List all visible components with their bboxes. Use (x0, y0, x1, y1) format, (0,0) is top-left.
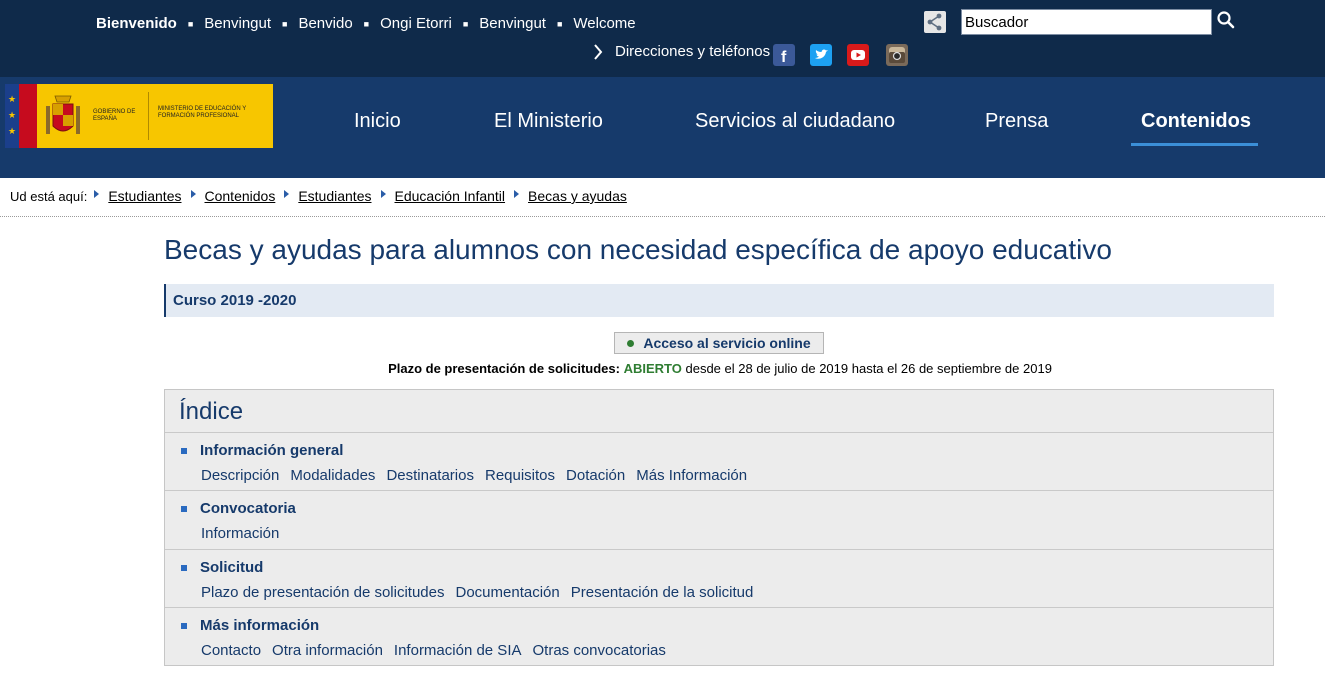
link-descripcion[interactable]: Descripción (201, 467, 279, 484)
deadline-info: Plazo de presentación de solicitudes: AB… (0, 361, 1325, 376)
breadcrumb-arrow-icon (514, 190, 520, 198)
lang-bienvenido[interactable]: Bienvenido (96, 15, 177, 33)
link-modalidades[interactable]: Modalidades (290, 467, 375, 484)
flag-red-stripe (19, 84, 37, 148)
link-mas-informacion[interactable]: Más Información (636, 467, 747, 484)
section-title[interactable]: Información general (200, 442, 343, 459)
link-informacion[interactable]: Información (201, 525, 279, 542)
logo-divider (148, 92, 149, 140)
link-otras-convocatorias[interactable]: Otras convocatorias (533, 642, 666, 659)
facebook-icon[interactable]: f (773, 44, 795, 66)
deadline-dates: desde el 28 de julio de 2019 hasta el 26… (685, 361, 1052, 376)
course-banner: Curso 2019 -2020 (164, 284, 1274, 317)
nav-contenidos[interactable]: Contenidos (1141, 110, 1251, 133)
breadcrumb-estudiantes-2[interactable]: Estudiantes (298, 188, 371, 204)
index-section-general: Información general Descripción Modalida… (165, 432, 1273, 490)
lang-separator: ■ (282, 19, 288, 29)
square-bullet-icon (181, 623, 187, 629)
breadcrumb-label: Ud está aquí: (10, 188, 88, 204)
language-list: Bienvenido ■ Benvingut ■ Benvido ■ Ongi … (96, 15, 636, 33)
directions-label: Direcciones y teléfonos (615, 43, 771, 60)
nav-active-indicator (1131, 143, 1258, 146)
index-section-convocatoria: Convocatoria Información (165, 490, 1273, 549)
link-informacion-sia[interactable]: Información de SIA (394, 642, 522, 659)
breadcrumb-divider (0, 216, 1325, 217)
deadline-label: Plazo de presentación de solicitudes: (388, 361, 620, 376)
online-service-button[interactable]: Acceso al servicio online (614, 332, 824, 354)
lang-benvido[interactable]: Benvido (298, 15, 352, 33)
breadcrumb-arrow-icon (284, 190, 290, 198)
link-plazo-presentacion[interactable]: Plazo de presentación de solicitudes (201, 584, 445, 601)
breadcrumb-arrow-icon (380, 190, 386, 198)
nav-servicios-ciudadano[interactable]: Servicios al ciudadano (695, 110, 895, 133)
lang-benvingut-valencia[interactable]: Benvingut (479, 15, 546, 33)
index-panel: Índice Información general Descripción M… (164, 389, 1274, 666)
lang-benvingut[interactable]: Benvingut (204, 15, 271, 33)
section-links: Información (201, 525, 290, 542)
search-icon[interactable] (1216, 10, 1236, 30)
government-label: GOBIERNO DE ESPAÑA (93, 109, 136, 122)
svg-text:f: f (781, 49, 787, 66)
breadcrumb-arrow-icon (190, 190, 196, 198)
lang-separator: ■ (187, 19, 194, 29)
svg-text:★: ★ (8, 111, 16, 121)
breadcrumb-contenidos[interactable]: Contenidos (205, 188, 276, 204)
lang-welcome[interactable]: Welcome (573, 15, 635, 33)
index-section-solicitud: Solicitud Plazo de presentación de solic… (165, 549, 1273, 607)
link-dotacion[interactable]: Dotación (566, 467, 625, 484)
ministry-logo[interactable]: ★ ★ ★ GOBIERNO DE ESPAÑA MINISTERIO DE E… (5, 84, 273, 148)
index-title: Índice (179, 398, 244, 425)
nav-inicio[interactable]: Inicio (354, 110, 401, 133)
twitter-icon[interactable] (810, 44, 832, 66)
instagram-icon[interactable] (886, 44, 908, 66)
link-presentacion-solicitud[interactable]: Presentación de la solicitud (571, 584, 754, 601)
coat-of-arms-icon (46, 95, 80, 134)
top-bar: Bienvenido ■ Benvingut ■ Benvido ■ Ongi … (0, 0, 1325, 77)
square-bullet-icon (181, 565, 187, 571)
breadcrumb-arrow-icon (94, 190, 100, 198)
youtube-icon[interactable] (847, 44, 869, 66)
breadcrumb: Ud está aquí: Estudiantes Contenidos Est… (10, 188, 636, 204)
square-bullet-icon (181, 448, 187, 454)
link-documentacion[interactable]: Documentación (456, 584, 560, 601)
section-links: Contacto Otra información Información de… (201, 642, 677, 659)
square-bullet-icon (181, 506, 187, 512)
section-title[interactable]: Convocatoria (200, 500, 296, 517)
section-title[interactable]: Solicitud (200, 559, 263, 576)
section-links: Descripción Modalidades Destinatarios Re… (201, 467, 758, 484)
online-service-label: Acceso al servicio online (643, 335, 811, 351)
lang-separator: ■ (462, 19, 469, 29)
directions-link[interactable]: Direcciones y teléfonos (593, 43, 770, 60)
status-dot-icon (627, 339, 635, 347)
lang-separator: ■ (363, 19, 370, 29)
svg-text:★: ★ (8, 127, 16, 137)
link-requisitos[interactable]: Requisitos (485, 467, 555, 484)
link-contacto[interactable]: Contacto (201, 642, 261, 659)
lang-ongi-etorri[interactable]: Ongi Etorri (380, 15, 452, 33)
course-label: Curso 2019 -2020 (173, 292, 297, 309)
lang-separator: ■ (556, 19, 563, 29)
search-input[interactable] (961, 9, 1212, 35)
breadcrumb-becas-ayudas[interactable]: Becas y ayudas (528, 188, 627, 204)
section-links: Plazo de presentación de solicitudes Doc… (201, 584, 764, 601)
breadcrumb-educacion-infantil[interactable]: Educación Infantil (395, 188, 506, 204)
nav-el-ministerio[interactable]: El Ministerio (494, 110, 603, 133)
page-title: Becas y ayudas para alumnos con necesida… (164, 234, 1112, 265)
chevron-right-icon (594, 43, 603, 60)
svg-text:★: ★ (8, 95, 16, 105)
nav-prensa[interactable]: Prensa (985, 110, 1048, 133)
section-title[interactable]: Más información (200, 617, 319, 634)
index-section-mas-informacion: Más información Contacto Otra informació… (165, 607, 1273, 665)
main-header: ★ ★ ★ GOBIERNO DE ESPAÑA MINISTERIO DE E… (0, 77, 1325, 178)
link-otra-informacion[interactable]: Otra información (272, 642, 383, 659)
eu-flag-stripe: ★ ★ ★ (5, 84, 19, 148)
share-icon[interactable] (924, 11, 946, 33)
ministry-label: MINISTERIO DE EDUCACIÓN Y FORMACIÓN PROF… (158, 106, 247, 119)
breadcrumb-estudiantes[interactable]: Estudiantes (108, 188, 181, 204)
deadline-status-badge: ABIERTO (623, 361, 682, 376)
link-destinatarios[interactable]: Destinatarios (386, 467, 474, 484)
